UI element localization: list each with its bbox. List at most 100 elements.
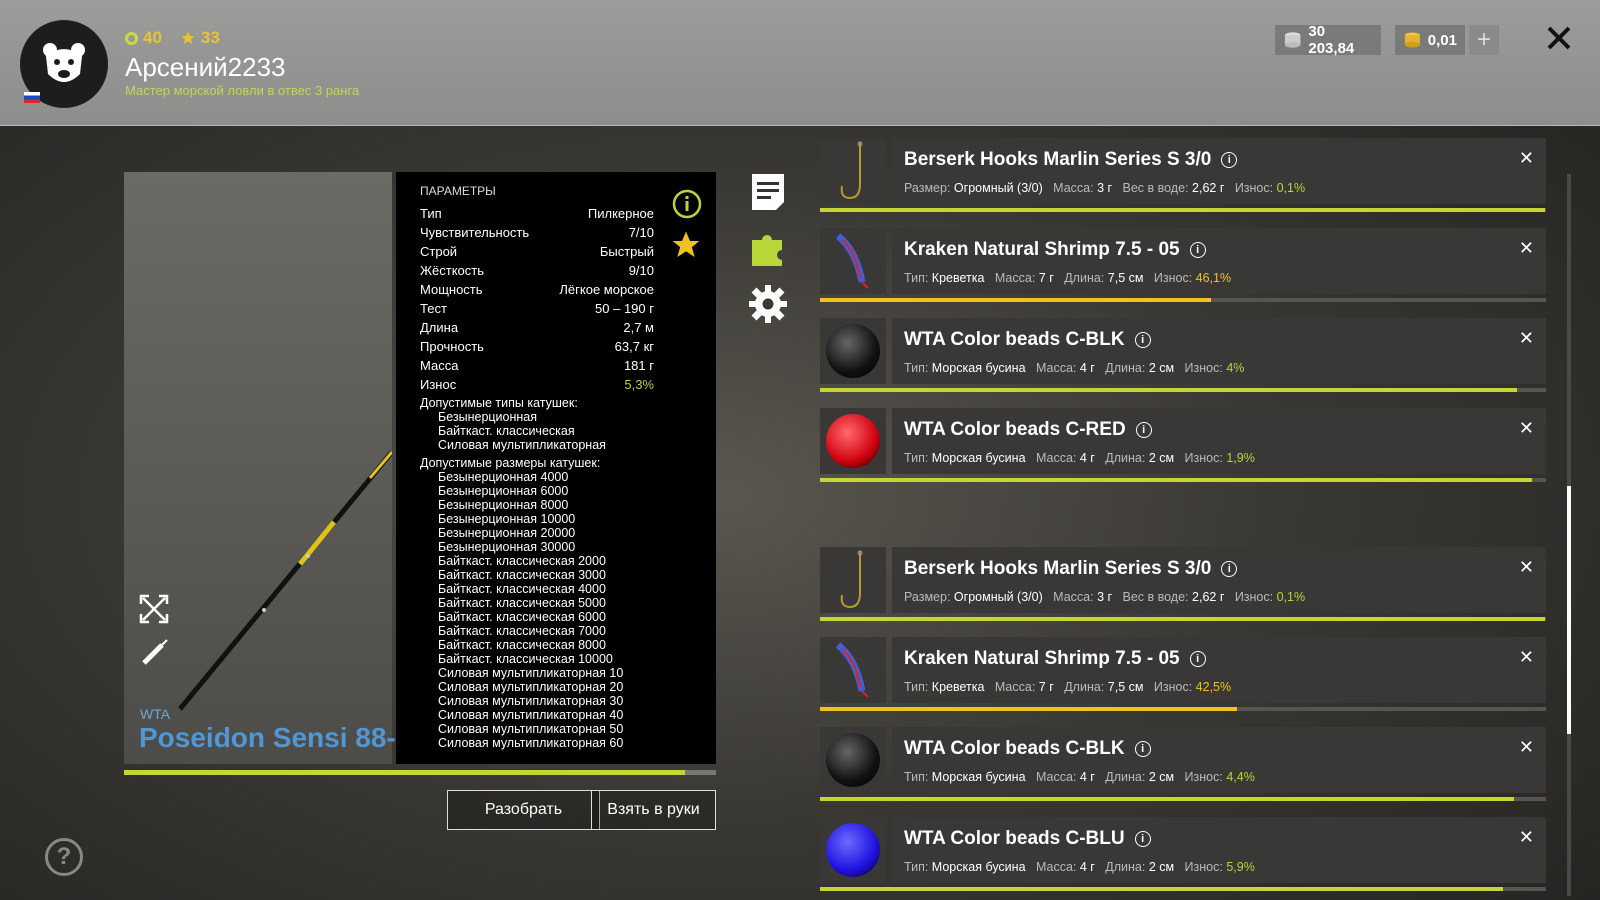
reel-size-item: Байткаст. классическая 3000: [438, 568, 606, 582]
param-label: Длина: [420, 320, 459, 335]
reel-type-item: Байткаст. классическая: [438, 424, 575, 438]
prop-label: Масса:: [1035, 451, 1077, 465]
item-body: WTA Color beads C-RED i Тип: Морская буси…: [892, 408, 1546, 474]
item-body: Kraken Natural Shrimp 7.5 - 05 i Тип: Кре…: [892, 637, 1546, 703]
tackle-item[interactable]: WTA Color beads C-BLU i Тип: Морская буси…: [820, 817, 1546, 883]
reel-size-item: Безынерционная 8000: [438, 498, 569, 512]
wear-label: Износ:: [1184, 860, 1223, 874]
prop-value: Креветка: [931, 680, 985, 694]
item-body: WTA Color beads C-BLK i Тип: Морская буси…: [892, 318, 1546, 384]
item-name: WTA Color beads C-BLK i: [904, 738, 1151, 760]
wear-value: 0,1%: [1276, 590, 1306, 604]
bear-icon: [43, 43, 85, 82]
wear-value: 0,1%: [1276, 181, 1306, 195]
scrollbar-thumb[interactable]: [1567, 486, 1571, 734]
reel-size-item: Силовая мультипликаторная 10: [438, 666, 624, 680]
tackle-item[interactable]: WTA Color beads C-BLK i Тип: Морская буси…: [820, 727, 1546, 793]
wear-label: Износ:: [1184, 451, 1223, 465]
prop-label: Масса:: [1035, 770, 1077, 784]
reel-size-item: Безынерционная 6000: [438, 484, 569, 498]
param-row: Масса 181 г: [420, 356, 654, 375]
document-icon[interactable]: [748, 172, 788, 212]
tackle-item[interactable]: Kraken Natural Shrimp 7.5 - 05 i Тип: Кре…: [820, 637, 1546, 703]
info-icon[interactable]: i: [1189, 651, 1206, 667]
info-icon[interactable]: i: [1134, 332, 1151, 348]
prop-label: Размер:: [904, 590, 951, 604]
prop-label: Масса:: [994, 680, 1036, 694]
remove-item-icon[interactable]: ✕: [1519, 148, 1534, 169]
puzzle-icon[interactable]: [748, 228, 788, 268]
item-thumbnail: [820, 727, 886, 793]
tackle-item[interactable]: Berserk Hooks Marlin Series S 3/0 i Разме…: [820, 547, 1546, 613]
prop-value: Огромный (3/0): [953, 181, 1043, 195]
info-icon[interactable]: [672, 189, 702, 219]
gear-icon[interactable]: [748, 284, 788, 324]
info-icon[interactable]: i: [1221, 561, 1238, 577]
expand-icon[interactable]: [139, 594, 169, 624]
remove-item-icon[interactable]: ✕: [1519, 418, 1534, 439]
remove-item-icon[interactable]: ✕: [1519, 557, 1534, 578]
item-wear-fill: [820, 298, 1212, 302]
reel-size-item: Безынерционная 4000: [438, 470, 569, 484]
info-icon[interactable]: i: [1189, 242, 1206, 258]
param-row: Тест 50 – 190 г: [420, 299, 654, 318]
prop-label: Длина:: [1105, 451, 1146, 465]
prop-value: 2,62 г: [1192, 181, 1225, 195]
reel-size-item: Байткаст. классическая 8000: [438, 638, 606, 652]
param-row: Чувствительность 7/10: [420, 223, 654, 242]
remove-item-icon[interactable]: ✕: [1519, 647, 1534, 668]
help-icon[interactable]: ?: [45, 838, 83, 876]
tackle-item[interactable]: WTA Color beads C-BLK i Тип: Морская буси…: [820, 318, 1546, 384]
info-icon[interactable]: i: [1134, 831, 1151, 847]
prop-label: Тип:: [904, 680, 929, 694]
player-stats: 40 33: [125, 28, 220, 48]
take-in-hands-button[interactable]: Взять в руки: [591, 790, 716, 830]
item-name-text: WTA Color beads C-BLU: [904, 828, 1125, 849]
prop-label: Длина:: [1105, 860, 1146, 874]
item-name-text: Kraken Natural Shrimp 7.5 - 05: [904, 239, 1180, 260]
rod-preview[interactable]: [124, 172, 392, 764]
close-icon[interactable]: [1543, 22, 1575, 54]
remove-item-icon[interactable]: ✕: [1519, 827, 1534, 848]
params-title: ПАРАМЕТРЫ: [420, 184, 496, 198]
tackle-item[interactable]: Kraken Natural Shrimp 7.5 - 05 i Тип: Кре…: [820, 228, 1546, 294]
param-value: 181 г: [623, 358, 654, 373]
rod-image: [178, 450, 392, 711]
prop-label: Тип:: [904, 770, 929, 784]
reel-size-item: Байткаст. классическая 5000: [438, 596, 606, 610]
item-body: Berserk Hooks Marlin Series S 3/0 i Разме…: [892, 138, 1546, 204]
param-label: Тест: [420, 301, 447, 316]
favorite-star-icon[interactable]: [669, 229, 703, 261]
reel-size-item: Байткаст. классическая 4000: [438, 582, 606, 596]
prop-label: Длина:: [1064, 271, 1105, 285]
info-icon[interactable]: i: [1221, 152, 1238, 168]
item-properties: Размер: Огромный (3/0) Масса: 3 г Вес в …: [904, 590, 1305, 604]
param-label: Масса: [420, 358, 459, 373]
item-name-text: Berserk Hooks Marlin Series S 3/0: [904, 149, 1212, 170]
remove-item-icon[interactable]: ✕: [1519, 737, 1534, 758]
remove-item-icon[interactable]: ✕: [1519, 238, 1534, 259]
info-icon[interactable]: i: [1134, 741, 1151, 757]
wear-value: 46,1%: [1195, 271, 1232, 285]
paint-brush-icon[interactable]: [140, 637, 170, 667]
param-value: Пилкерное: [587, 206, 654, 221]
info-icon[interactable]: i: [1135, 422, 1152, 438]
prop-value: 7,5 см: [1107, 271, 1144, 285]
wear-value: 5,9%: [1226, 860, 1255, 874]
tackle-item[interactable]: Berserk Hooks Marlin Series S 3/0 i Разме…: [820, 138, 1546, 204]
disassemble-button[interactable]: Разобрать: [447, 790, 600, 830]
item-thumbnail: [820, 547, 886, 613]
prop-value: 3 г: [1097, 181, 1113, 195]
black-bead-icon: [826, 733, 880, 787]
remove-item-icon[interactable]: ✕: [1519, 328, 1534, 349]
reel-size-item: Байткаст. классическая 2000: [438, 554, 606, 568]
param-label: Жёсткость: [420, 263, 484, 278]
prop-label: Тип:: [904, 271, 929, 285]
tackle-item[interactable]: WTA Color beads C-RED i Тип: Морская буси…: [820, 408, 1546, 474]
add-currency-button[interactable]: +: [1469, 25, 1499, 55]
reel-size-item: Безынерционная 10000: [438, 512, 576, 526]
item-wear-fill: [820, 478, 1533, 482]
item-properties: Тип: Морская бусина Масса: 4 г Длина: 2 …: [904, 361, 1244, 375]
rank-text: Мастер морской ловли в отвес 3 ранга: [125, 83, 360, 98]
wear-value: 4,4%: [1226, 770, 1255, 784]
